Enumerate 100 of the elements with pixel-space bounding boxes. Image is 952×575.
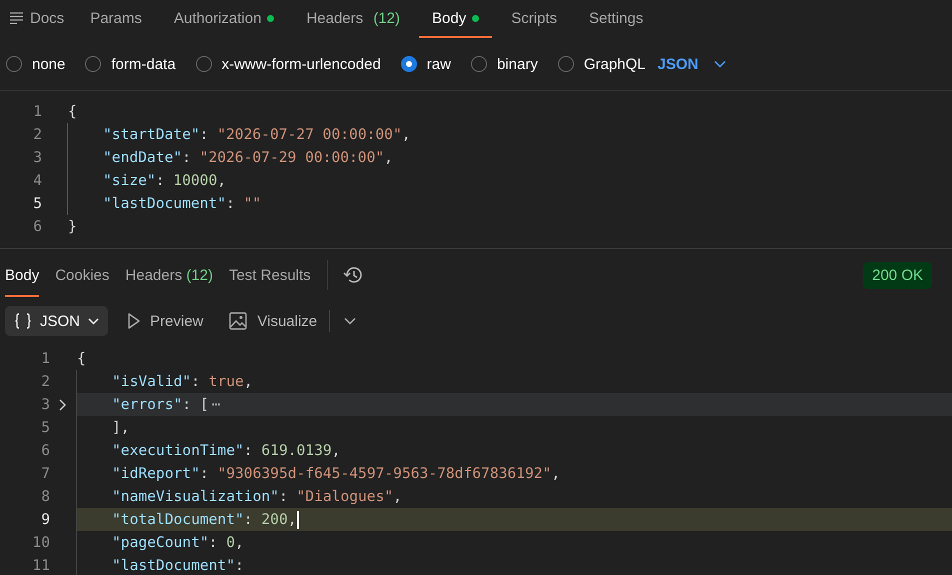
code-key: "totalDocument" (112, 511, 244, 528)
code-key: "executionTime" (112, 442, 244, 459)
line-number: 2 (32, 126, 42, 143)
code-punctuation: , (288, 511, 297, 528)
line-number: 6 (40, 442, 50, 459)
line-number: 2 (40, 373, 50, 390)
code-punctuation: , (332, 442, 340, 459)
format-dropdown[interactable]: JSON (658, 56, 726, 72)
radio-button[interactable] (85, 56, 102, 72)
line-number: 1 (40, 350, 50, 367)
code-punctuation: , (551, 465, 560, 482)
code-number: 10000 (173, 172, 218, 189)
radio-button[interactable] (6, 56, 22, 72)
play-icon (128, 313, 140, 329)
visualize-button[interactable]: Visualize (229, 312, 318, 330)
code-key: "pageCount" (112, 534, 209, 551)
line-number: 8 (40, 488, 50, 505)
chevron-down-icon[interactable] (344, 317, 356, 325)
radio-label: GraphQL (584, 56, 646, 72)
radio-label: none (32, 56, 66, 72)
code-punctuation: : (208, 534, 218, 551)
response-tab[interactable]: Cookies (55, 253, 110, 297)
code-string: "2026-07-29 00:00:00" (200, 149, 384, 166)
request-tab[interactable]: Headers (12) (293, 0, 413, 38)
code-punctuation: : (156, 172, 166, 189)
code-punctuation: : (226, 195, 236, 212)
code-key: "isValid" (112, 373, 192, 390)
code-punctuation: , (217, 172, 226, 189)
line-number: 3 (32, 149, 42, 166)
body-type-option[interactable]: none (6, 56, 66, 72)
chevron-down-icon (714, 60, 726, 68)
fold-ellipsis[interactable]: ⋯ (208, 396, 220, 413)
code-number: 200 (261, 511, 288, 528)
code-boolean: true (208, 373, 244, 390)
code-key: "startDate" (103, 126, 200, 143)
code-punctuation: : (200, 465, 210, 482)
code-string: "9306395d-f645-4597-9563-78df67836192" (217, 465, 552, 482)
code-number: 619.0139 (261, 442, 332, 459)
code-string: "Dialogues" (296, 488, 394, 505)
preview-button[interactable]: Preview (128, 312, 204, 330)
code-punctuation: : (244, 442, 254, 459)
code-number: 0 (226, 534, 236, 551)
line-number: 11 (31, 557, 50, 574)
expand-chevron-icon[interactable] (59, 398, 67, 410)
code-punctuation: : (244, 511, 254, 528)
code-punctuation: , (402, 126, 411, 143)
body-type-option[interactable]: form-data (85, 56, 176, 72)
code-punctuation: , (244, 373, 253, 390)
request-tab[interactable]: Params (77, 0, 155, 38)
view-format-dropdown[interactable]: JSON (5, 306, 108, 336)
line-number: 5 (32, 195, 42, 212)
code-punctuation: : (200, 126, 210, 143)
code-key: "nameVisualization" (112, 488, 279, 505)
radio-label: form-data (111, 56, 176, 72)
radio-button[interactable] (470, 56, 487, 72)
code-key: "errors" (112, 396, 182, 413)
document-lines-icon (10, 12, 24, 24)
line-number: 4 (32, 172, 42, 189)
radio-label: raw (426, 56, 451, 72)
line-number: 5 (40, 419, 50, 436)
code-string: "2026-07-27 00:00:00" (217, 126, 402, 143)
response-tab[interactable]: Headers (12) (125, 253, 213, 297)
code-punctuation: } (68, 218, 77, 235)
request-tab[interactable]: Scripts (498, 0, 570, 38)
code-punctuation: : (278, 488, 289, 505)
image-icon (229, 312, 248, 330)
code-punctuation: , (384, 149, 393, 166)
body-type-option[interactable]: GraphQL (558, 56, 646, 72)
line-number: 6 (32, 218, 42, 235)
request-tab[interactable]: Docs (10, 0, 78, 38)
request-tab[interactable]: Authorization (160, 0, 288, 38)
code-punctuation: { (68, 103, 77, 120)
line-number: 9 (40, 511, 50, 528)
radio-button[interactable] (400, 56, 417, 72)
code-punctuation: { (77, 350, 86, 367)
request-tab[interactable]: Body (419, 0, 492, 38)
request-tab[interactable]: Settings (576, 0, 656, 38)
line-number: 7 (40, 465, 50, 482)
radio-button[interactable] (558, 56, 574, 72)
code-punctuation: ], (112, 419, 130, 436)
code-punctuation: : (191, 373, 201, 390)
radio-button[interactable] (196, 56, 212, 72)
code-punctuation: : (182, 149, 192, 166)
chevron-down-icon (88, 318, 100, 324)
code-key: "idReport" (112, 465, 200, 482)
code-key: "lastDocument" (103, 195, 226, 212)
braces-icon (14, 312, 32, 330)
response-tab[interactable]: Test Results (228, 253, 311, 297)
code-key: "size" (103, 172, 156, 189)
status-badge: 200 OK (863, 262, 932, 288)
line-number: 3 (40, 396, 50, 413)
code-punctuation: , (393, 488, 402, 505)
code-string: "" (244, 195, 262, 212)
code-punctuation: : [ (182, 396, 209, 413)
body-type-option[interactable]: raw (400, 56, 451, 72)
radio-label: binary (496, 56, 538, 72)
line-number: 10 (31, 534, 50, 551)
body-type-option[interactable]: binary (470, 56, 538, 72)
history-icon[interactable] (342, 265, 364, 285)
response-tab[interactable]: Body (5, 253, 40, 297)
